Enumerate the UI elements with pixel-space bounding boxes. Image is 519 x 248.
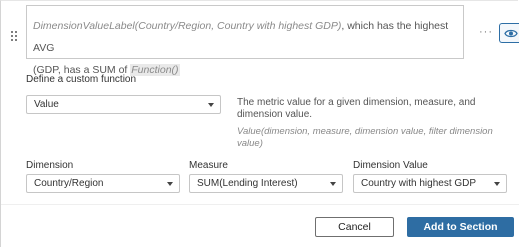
function-syntax: Value(dimension, measure, dimension valu… xyxy=(237,126,493,149)
function-select-value: Value xyxy=(34,99,59,110)
chevron-down-icon xyxy=(330,182,336,186)
dimension-value-select-value: Country with highest GDP xyxy=(361,178,477,189)
dimension-select-value: Country/Region xyxy=(34,178,104,189)
measure-select-value: SUM(Lending Interest) xyxy=(197,178,298,189)
function-select[interactable]: Value xyxy=(26,95,221,114)
dimension-select[interactable]: Country/Region xyxy=(26,174,180,193)
function-token-dimension-value-label[interactable]: DimensionValueLabel(Country/Region, Coun… xyxy=(33,20,341,32)
custom-function-card: DimensionValueLabel(Country/Region, Coun… xyxy=(0,0,519,247)
visibility-toggle[interactable] xyxy=(499,23,519,43)
define-function-heading: Define a custom function xyxy=(26,74,137,85)
chevron-down-icon xyxy=(167,182,173,186)
function-description: The metric value for a given dimension, … xyxy=(237,97,476,120)
eye-icon xyxy=(504,29,518,38)
add-to-section-button[interactable]: Add to Section xyxy=(407,217,514,237)
function-placeholder-chip[interactable]: Function() xyxy=(130,64,180,76)
cancel-button[interactable]: Cancel xyxy=(315,217,394,237)
dimension-label: Dimension xyxy=(26,160,74,171)
more-options-icon[interactable]: ··· xyxy=(479,27,493,38)
divider xyxy=(1,204,519,205)
chevron-down-icon xyxy=(208,103,214,107)
drag-handle-icon[interactable] xyxy=(10,31,20,43)
dimension-value-select[interactable]: Country with highest GDP xyxy=(353,174,507,193)
chevron-down-icon xyxy=(494,182,500,186)
measure-label: Measure xyxy=(189,160,228,171)
measure-select[interactable]: SUM(Lending Interest) xyxy=(189,174,343,193)
dimension-value-label: Dimension Value xyxy=(353,160,428,171)
narrative-editor[interactable]: DimensionValueLabel(Country/Region, Coun… xyxy=(26,5,464,76)
